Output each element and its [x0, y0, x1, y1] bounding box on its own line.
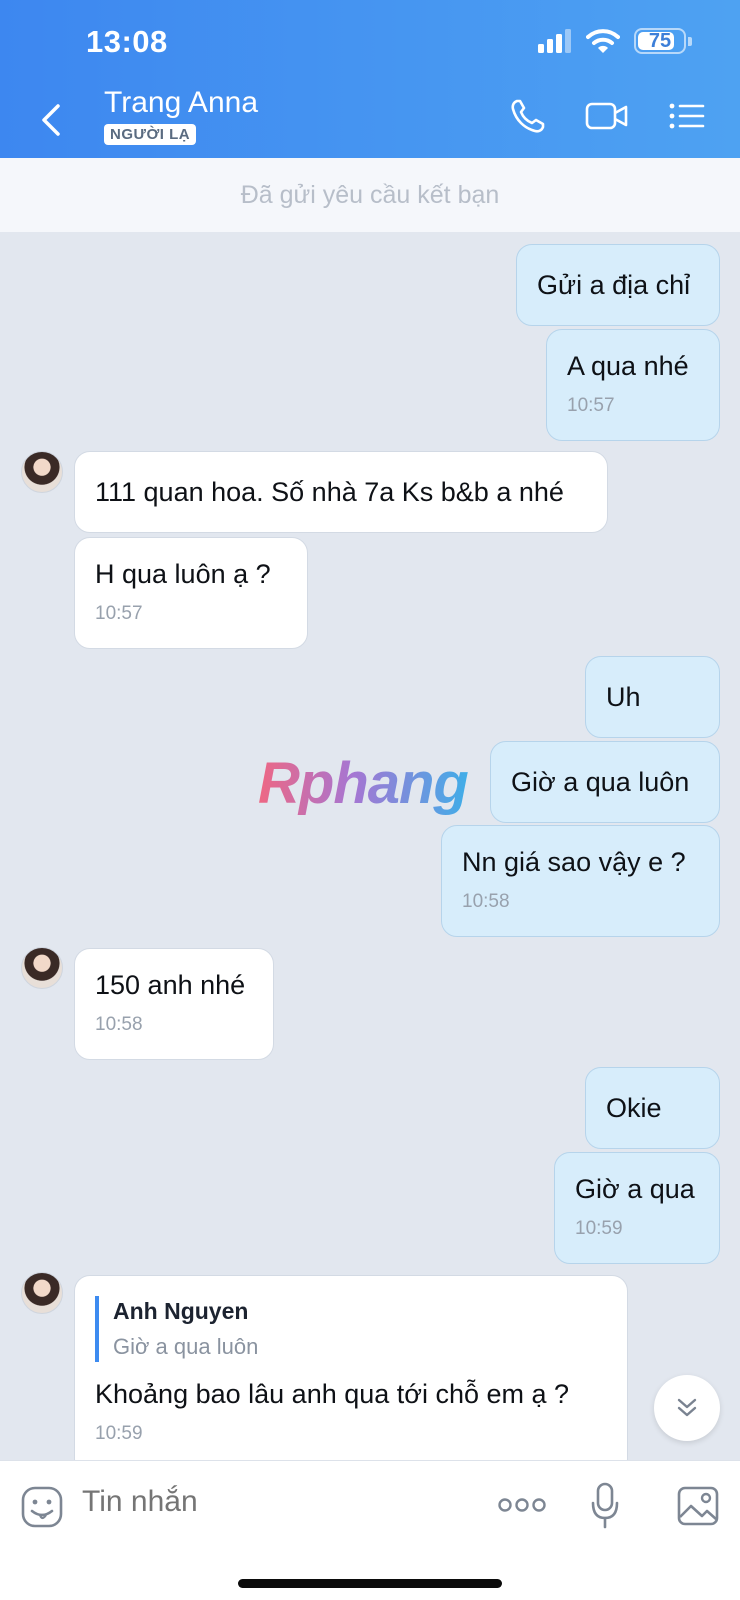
message-bubble-sent[interactable]: Giờ a qua 10:59	[554, 1152, 720, 1264]
message-bubble-sent[interactable]: Okie	[585, 1067, 720, 1149]
microphone-icon[interactable]	[590, 1481, 620, 1531]
message-bubble-received[interactable]: 150 anh nhé 10:58	[74, 948, 274, 1060]
message-time: 10:57	[567, 395, 615, 416]
status-time: 13:08	[86, 24, 168, 59]
message-bubble-sent[interactable]: Gửi a địa chỉ	[516, 244, 720, 326]
message-text: H qua luôn ạ ?	[95, 559, 271, 589]
quote-author: Anh Nguyen	[113, 1298, 249, 1324]
stranger-badge: NGƯỜI LẠ	[104, 124, 197, 145]
message-bubble-sent[interactable]: Giờ a qua luôn	[490, 741, 720, 823]
message-input[interactable]	[82, 1485, 462, 1519]
message-text: 150 anh nhé	[95, 970, 246, 1000]
battery-icon: 75	[634, 28, 692, 54]
quote-text: Giờ a qua luôn	[113, 1334, 259, 1359]
contact-name[interactable]: Trang Anna	[104, 86, 258, 120]
contact-avatar[interactable]	[21, 947, 63, 989]
phone-call-icon[interactable]	[508, 96, 548, 136]
message-time: 10:57	[95, 603, 143, 624]
sticker-emoji-icon[interactable]	[20, 1485, 64, 1529]
message-text: Uh	[606, 682, 641, 712]
watermark-logo: Rphang	[258, 751, 469, 816]
message-time: 10:59	[575, 1218, 623, 1239]
scroll-to-bottom-button[interactable]	[654, 1375, 720, 1441]
more-options-icon[interactable]	[498, 1495, 546, 1515]
home-indicator	[238, 1579, 502, 1588]
message-text: Giờ a qua	[575, 1174, 695, 1204]
reply-quote[interactable]: Anh Nguyen Giờ a qua luôn	[95, 1296, 607, 1362]
double-chevron-down-icon	[677, 1398, 697, 1417]
wifi-icon	[586, 29, 620, 53]
image-gallery-icon[interactable]	[676, 1485, 720, 1527]
message-text: Nn giá sao vậy e ?	[462, 847, 686, 877]
message-bubble-sent[interactable]: Nn giá sao vậy e ? 10:58	[441, 825, 720, 937]
message-text: Khoảng bao lâu anh qua tới chỗ em ạ ?	[95, 1379, 570, 1409]
contact-avatar[interactable]	[21, 1272, 63, 1314]
message-text: Okie	[606, 1093, 662, 1123]
message-input-bar	[0, 1460, 740, 1600]
friend-request-status: Đã gửi yêu cầu kết bạn	[0, 158, 740, 232]
status-icons: 75	[538, 28, 692, 54]
message-bubble-received-reply[interactable]: Anh Nguyen Giờ a qua luôn Khoảng bao lâu…	[74, 1275, 628, 1475]
battery-level: 75	[648, 29, 672, 52]
signal-icon	[538, 29, 571, 53]
message-bubble-sent[interactable]: Uh	[585, 656, 720, 738]
message-text: A qua nhé	[567, 351, 689, 381]
message-text: 111 quan hoa. Số nhà 7a Ks b&b a nhé	[95, 477, 564, 507]
message-text: Giờ a qua luôn	[511, 767, 690, 797]
message-time: 10:59	[95, 1423, 143, 1444]
message-text: Gửi a địa chỉ	[537, 270, 691, 300]
message-time: 10:58	[462, 891, 510, 912]
video-call-icon[interactable]	[584, 96, 630, 136]
contact-avatar[interactable]	[21, 451, 63, 493]
message-bubble-received[interactable]: 111 quan hoa. Số nhà 7a Ks b&b a nhé	[74, 451, 608, 533]
chat-header: 13:08 75 Trang Anna NGƯỜI LẠ	[0, 0, 740, 158]
message-bubble-received[interactable]: H qua luôn ạ ? 10:57	[74, 537, 308, 649]
menu-icon[interactable]	[668, 96, 706, 136]
back-icon[interactable]	[34, 100, 70, 140]
message-bubble-sent[interactable]: A qua nhé 10:57	[546, 329, 720, 441]
message-time: 10:58	[95, 1014, 143, 1035]
